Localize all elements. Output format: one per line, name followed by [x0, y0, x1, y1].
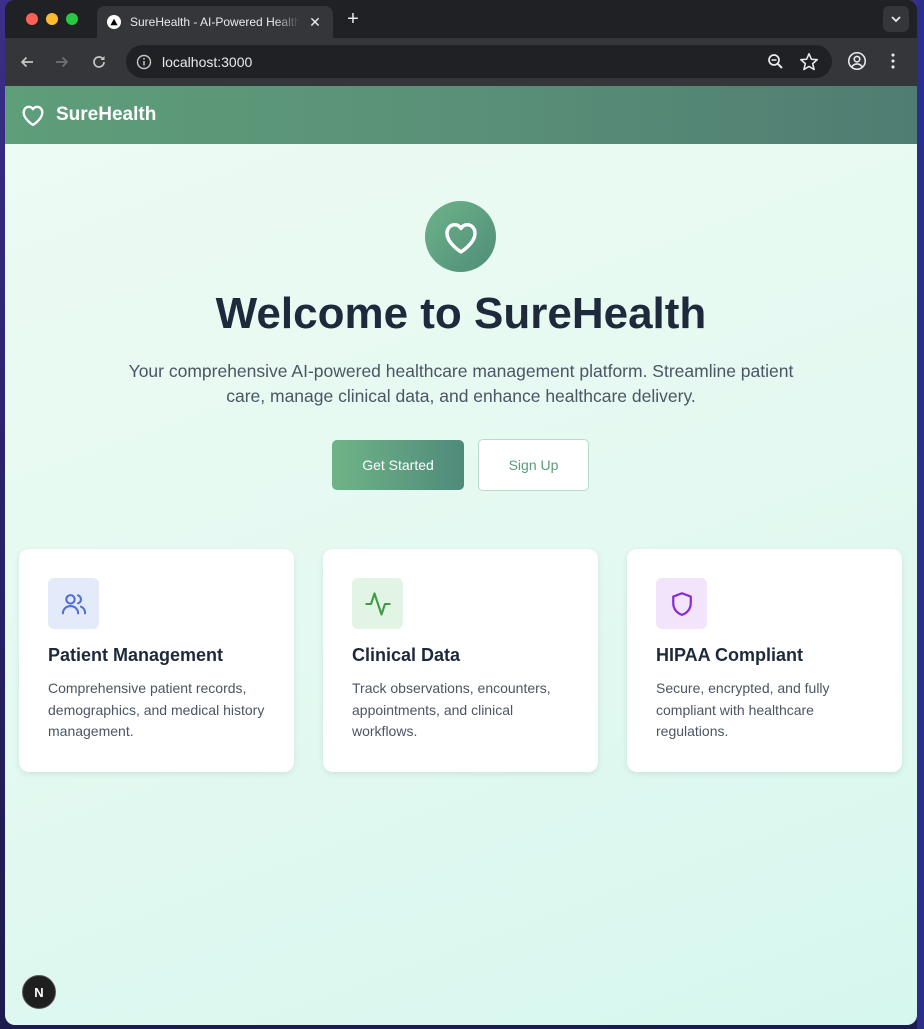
browser-window: SureHealth - AI-Powered Healthcare Manag…	[5, 0, 917, 1025]
tab-search-button[interactable]	[883, 6, 909, 32]
new-tab-button[interactable]: +	[341, 8, 365, 32]
desktop-edge	[917, 0, 924, 1029]
hero-subtitle: Your comprehensive AI-powered healthcare…	[128, 361, 794, 406]
address-bar[interactable]: localhost:3000	[126, 45, 832, 78]
profile-icon[interactable]	[846, 50, 870, 74]
reload-icon	[93, 56, 105, 68]
bookmark-star-icon[interactable]	[798, 51, 820, 73]
card-description: Comprehensive patient records, demograph…	[48, 680, 265, 739]
browser-tab[interactable]: SureHealth - AI-Powered Healthcare Manag…	[97, 6, 333, 38]
url-text[interactable]: localhost:3000	[162, 54, 252, 70]
reload-button[interactable]	[87, 50, 111, 74]
arrow-right-icon	[56, 56, 69, 68]
card-title: Patient Management	[48, 645, 224, 665]
brand-name[interactable]: SureHealth	[56, 104, 156, 126]
browser-menu-icon[interactable]	[882, 50, 906, 74]
back-button[interactable]	[15, 50, 39, 74]
hero-heart-icon	[425, 201, 496, 272]
heart-icon	[19, 101, 47, 129]
close-tab-icon[interactable]: ✕	[307, 14, 323, 31]
feature-card-hipaa-compliant: HIPAA Compliant Secure, encrypted, and f…	[627, 549, 902, 772]
card-description: Secure, encrypted, and fully compliant w…	[656, 680, 830, 739]
shield-icon	[656, 578, 707, 629]
nextjs-dev-badge[interactable]: N	[22, 975, 56, 1009]
browser-toolbar: localhost:3000	[5, 38, 917, 86]
tab-strip: SureHealth - AI-Powered Healthcare Manag…	[5, 0, 917, 38]
page-content: SureHealth Welcome to SureHealth Your co…	[5, 86, 917, 1025]
users-icon	[48, 578, 99, 629]
card-title: HIPAA Compliant	[656, 645, 803, 665]
maximize-window-button[interactable]	[66, 13, 78, 25]
favicon-icon	[107, 15, 121, 29]
get-started-button[interactable]: Get Started	[332, 440, 464, 490]
app-header: SureHealth	[5, 86, 917, 144]
minimize-window-button[interactable]	[46, 13, 58, 25]
site-info-icon[interactable]	[134, 52, 154, 72]
activity-icon	[352, 578, 403, 629]
card-description: Track observations, encounters, appointm…	[352, 680, 551, 739]
arrow-left-icon	[20, 56, 33, 68]
zoom-icon[interactable]	[766, 52, 786, 72]
card-title: Clinical Data	[352, 645, 461, 665]
page-title: Welcome to SureHealth	[215, 289, 707, 338]
close-window-button[interactable]	[26, 13, 38, 25]
forward-button[interactable]	[50, 50, 74, 74]
tab-title: SureHealth - AI-Powered Healthcare Manag…	[130, 15, 300, 29]
sign-up-button[interactable]: Sign Up	[478, 439, 589, 491]
chevron-down-icon	[891, 16, 901, 23]
feature-card-clinical-data: Clinical Data Track observations, encoun…	[323, 549, 598, 772]
feature-card-patient-management: Patient Management Comprehensive patient…	[19, 549, 294, 772]
